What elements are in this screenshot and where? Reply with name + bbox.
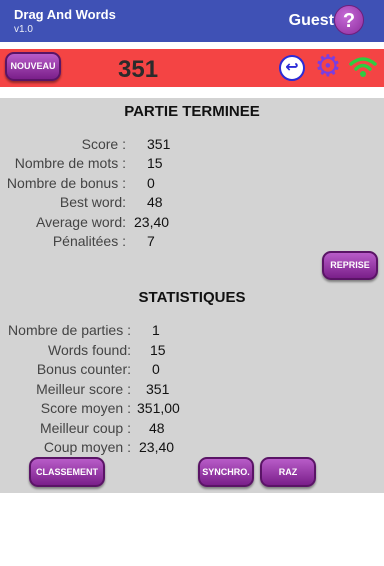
stat-row-bonus: Nombre de bonus : 0 <box>0 175 384 194</box>
stat-label: Bonus counter: <box>36 361 131 377</box>
reset-button[interactable]: RAZ <box>260 457 316 487</box>
stat-row-best-move: Meilleur coup : 48 <box>0 420 384 439</box>
current-score: 351 <box>118 56 159 83</box>
stat-value: 15 <box>150 342 166 358</box>
stat-label: Best word: <box>59 194 126 210</box>
stat-value: 15 <box>147 155 163 171</box>
stat-value: 351,00 <box>137 400 180 416</box>
stat-value: 23,40 <box>139 439 175 455</box>
replay-button[interactable]: REPRISE <box>322 251 378 280</box>
app-title: Drag And Words <box>14 7 116 22</box>
stat-row-penalties: Pénalitées : 7 <box>0 233 384 252</box>
stat-row-words: Nombre de mots : 15 <box>0 155 384 174</box>
ranking-button[interactable]: CLASSEMENT <box>29 457 105 487</box>
help-button[interactable]: ? <box>334 5 364 35</box>
new-game-button[interactable]: NOUVEAU <box>5 52 61 81</box>
app-bar: Drag And Words v1.0 Guest ? <box>0 0 384 42</box>
stat-label: Meilleur score : <box>36 381 131 397</box>
stat-label: Coup moyen : <box>43 439 131 455</box>
stat-label: Nombre de bonus : <box>6 175 126 191</box>
stat-label: Score : <box>81 136 126 152</box>
sync-button[interactable]: SYNCHRO. <box>198 457 254 487</box>
gear-icon[interactable]: ⚙ <box>312 51 344 83</box>
stat-row-average-move: Coup moyen : 23,40 <box>0 439 384 458</box>
stat-value: 351 <box>147 136 171 152</box>
stat-value: 351 <box>146 381 170 397</box>
stat-label: Words found: <box>47 342 131 358</box>
stat-label: Score moyen : <box>40 400 131 416</box>
stat-row-words-found: Words found: 15 <box>0 342 384 361</box>
stat-label: Meilleur coup : <box>39 420 131 436</box>
stat-row-average-score: Score moyen : 351,00 <box>0 400 384 419</box>
stat-label: Nombre de mots : <box>14 155 126 171</box>
stat-row-best-score: Meilleur score : 351 <box>0 381 384 400</box>
stat-value: 7 <box>147 233 155 249</box>
stat-row-games: Nombre de parties : 1 <box>0 322 384 341</box>
wifi-icon[interactable] <box>348 53 378 81</box>
stat-row-score: Score : 351 <box>0 136 384 155</box>
stat-label: Pénalitées : <box>52 233 126 249</box>
stat-label: Nombre de parties : <box>8 322 131 338</box>
stat-label: Average word: <box>35 214 126 230</box>
undo-icon[interactable]: ↩ <box>279 55 305 81</box>
game-over-title: PARTIE TERMINEE <box>124 103 260 120</box>
stat-value: 48 <box>147 194 163 210</box>
stat-row-average-word: Average word: 23,40 <box>0 214 384 233</box>
stat-value: 1 <box>152 322 160 338</box>
stat-row-best-word: Best word: 48 <box>0 194 384 213</box>
stat-value: 0 <box>147 175 155 191</box>
stat-value: 23,40 <box>134 214 170 230</box>
app-version: v1.0 <box>14 24 33 35</box>
statistics-title: STATISTIQUES <box>138 289 246 306</box>
stat-value: 0 <box>152 361 160 377</box>
stat-value: 48 <box>149 420 165 436</box>
stat-row-bonus-counter: Bonus counter: 0 <box>0 361 384 380</box>
user-name[interactable]: Guest <box>289 12 334 30</box>
